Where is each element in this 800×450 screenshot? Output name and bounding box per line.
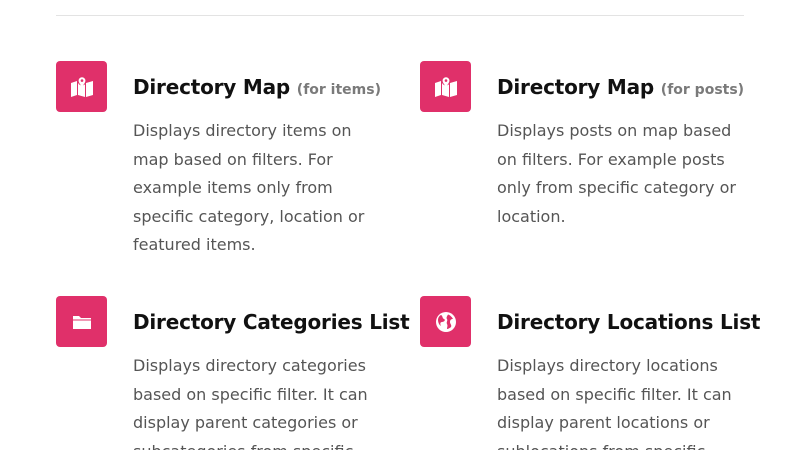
- map-icon: [56, 61, 107, 112]
- feature-description: Displays directory locations based on sp…: [497, 356, 732, 450]
- feature-title-note: (for items): [296, 82, 381, 98]
- feature-title-text: Directory Map: [497, 75, 655, 99]
- feature-description: Displays posts on map based on filters. …: [497, 121, 736, 226]
- map-icon: [420, 61, 471, 112]
- feature-title-note: (for posts): [660, 82, 745, 98]
- folder-icon: [56, 296, 107, 347]
- globe-icon: [420, 296, 471, 347]
- feature-description: Displays directory categories based on s…: [133, 356, 368, 450]
- feature-title: Directory Map (for posts): [497, 73, 744, 104]
- feature-title-text: Directory Map: [133, 75, 291, 99]
- feature-description: Displays directory items on map based on…: [133, 121, 365, 254]
- feature-title: Directory Categories List: [133, 308, 410, 336]
- feature-title-text: Directory Locations List: [497, 310, 761, 334]
- page: Directory Map (for items) Displays direc…: [0, 0, 800, 450]
- feature-title: Directory Map (for items): [133, 73, 381, 104]
- feature-title-text: Directory Categories List: [133, 310, 410, 334]
- feature-title: Directory Locations List: [497, 308, 760, 336]
- top-divider: [56, 15, 744, 16]
